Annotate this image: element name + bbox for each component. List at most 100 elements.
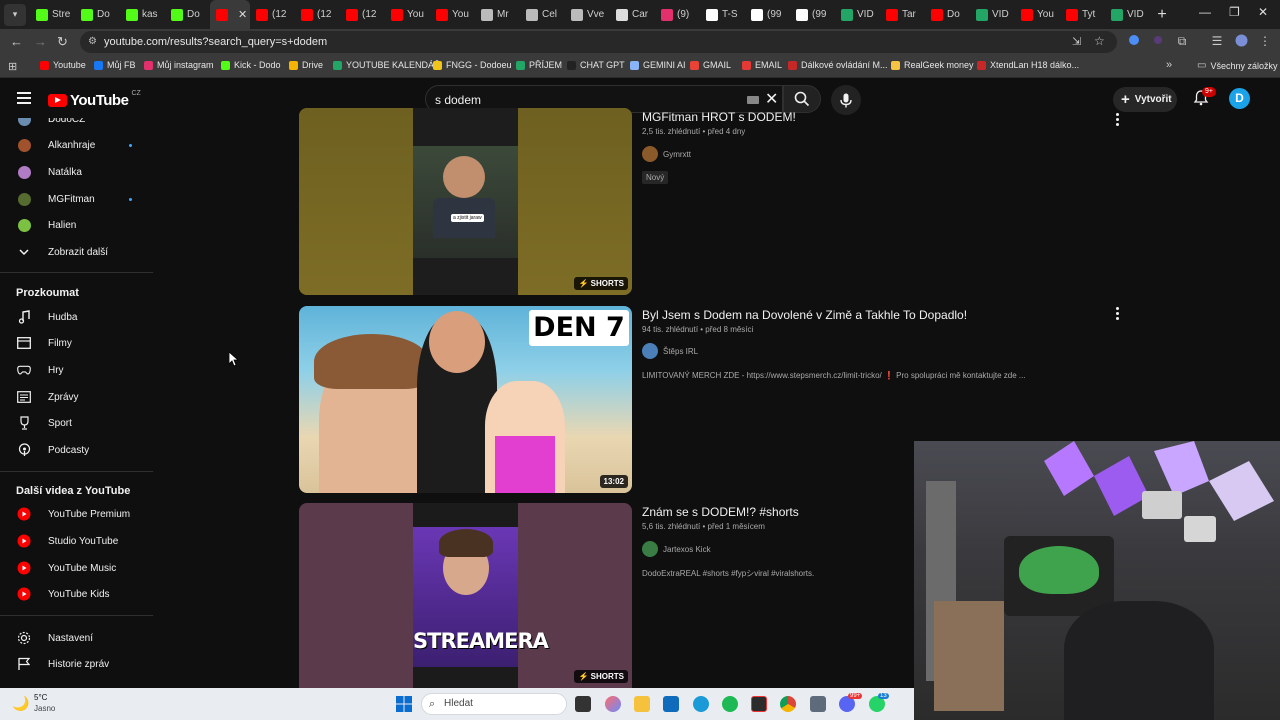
edge-icon[interactable] [693,696,709,712]
browser-tab-23[interactable]: You [1015,0,1060,29]
browser-tab-24[interactable]: Tyt [1060,0,1105,29]
apps-grid-icon[interactable]: ⊞ [8,60,17,73]
result-title-1[interactable]: MGFitman HROT s DODEM! [642,110,796,124]
browser-tab-14[interactable]: Car [610,0,655,29]
bookmark-14[interactable]: RealGeek money [891,60,974,70]
browser-tab-5[interactable]: ✕ [210,0,250,29]
address-bar[interactable]: ⚙ youtube.com/results?search_query=s+dod… [80,31,1117,53]
minimize-icon[interactable]: — [1199,5,1211,19]
browser-tab-15[interactable]: (9) [655,0,700,29]
browser-tab-17[interactable]: (99 [745,0,790,29]
sidebar-setting-1[interactable]: Nastavení [0,626,153,650]
bookmark-4[interactable]: Kick - Dodo [221,60,281,70]
browser-tab-22[interactable]: VID [970,0,1015,29]
spotify-icon[interactable] [722,696,738,712]
browser-tab-12[interactable]: Cel [520,0,565,29]
sidebar-item-1[interactable]: Hudba [0,305,153,329]
calculator-icon[interactable] [810,696,826,712]
browser-tab-8[interactable]: (12 [340,0,385,29]
result-title-2[interactable]: Byl Jsem s Dodem na Dovolené v Zimě a Ta… [642,308,967,322]
search-query-text[interactable]: s dodem [435,93,481,107]
extensions-puzzle-icon[interactable]: ⧉ [1175,34,1189,48]
browser-tab-21[interactable]: Do [925,0,970,29]
browser-tab-18[interactable]: (99 [790,0,835,29]
channel-name-3[interactable]: Jartexos Kick [663,545,711,554]
bookmark-10[interactable]: GEMINI AI [630,60,686,70]
weather-temp[interactable]: 5°C [34,693,47,702]
sidebar-channel-4[interactable]: MGFitman [0,187,153,211]
all-bookmarks-link[interactable]: ▭ Všechny záložky [1197,60,1277,71]
reload-icon[interactable]: ↻ [57,34,68,50]
tab-search-button[interactable]: ▾ [4,3,26,26]
outlook-icon[interactable] [663,696,679,712]
profile-icon[interactable] [1234,34,1248,48]
forward-icon[interactable]: → [34,34,47,49]
create-button[interactable]: + Vytvořit [1113,87,1177,112]
channel-avatar-3[interactable] [642,541,658,557]
more-actions-icon-2[interactable] [1116,307,1120,322]
windows-start-icon[interactable] [396,696,412,712]
copilot-icon[interactable] [605,696,621,712]
keyboard-icon[interactable] [747,96,759,104]
url-text[interactable]: youtube.com/results?search_query=s+dodem [104,36,327,48]
bookmark-7[interactable]: FNGG - Dodoeu [433,60,512,70]
channel-avatar-1[interactable] [642,146,658,162]
weather-description[interactable]: Jasno [34,704,55,713]
bookmark-12[interactable]: EMAIL [742,60,782,70]
sidebar-setting-2[interactable]: Historie zpráv [0,652,153,676]
browser-tab-10[interactable]: You [430,0,475,29]
result-thumbnail-3[interactable]: STREAMERA ⚡ SHORTS [299,503,632,688]
site-info-icon[interactable]: ⚙ [88,36,97,47]
taskbar-search-input[interactable]: ⌕ Hledat [421,693,567,715]
task-view-icon[interactable] [575,696,591,712]
sidebar-channel-1[interactable]: DodoCZ [0,118,153,131]
close-window-icon[interactable]: ✕ [1258,5,1268,19]
sidebar-item-2[interactable]: Filmy [0,331,153,355]
new-tab-button[interactable]: + [1150,6,1174,24]
browser-tab-11[interactable]: Mr [475,0,520,29]
result-title-3[interactable]: Znám se s DODEM!? #shorts [642,505,799,519]
browser-tab-13[interactable]: Vve [565,0,610,29]
bookmark-15[interactable]: XtendLan H18 dálko... [977,60,1079,70]
sidebar-item-3[interactable]: Hry [0,358,153,382]
back-icon[interactable]: ← [10,34,23,49]
file-explorer-icon[interactable] [634,696,650,712]
browser-tab-3[interactable]: kas [120,0,165,29]
voice-search-button[interactable] [831,85,861,115]
install-app-icon[interactable]: ⇲ [1072,35,1081,48]
channel-avatar-2[interactable] [642,343,658,359]
browser-tab-4[interactable]: Do [165,0,210,29]
channel-name-2[interactable]: Štěps IRL [663,347,698,356]
bookmark-9[interactable]: CHAT GPT [567,60,625,70]
youtube-logo[interactable]: YouTube CZ [48,90,141,109]
bookmark-1[interactable]: Youtube [40,60,86,70]
sidebar-show-more[interactable]: Zobrazit další [0,240,153,264]
bookmarks-overflow-icon[interactable]: » [1166,59,1172,71]
terminal-icon[interactable] [751,696,767,712]
result-channel-1[interactable]: Gymrxtt [642,146,691,162]
bookmark-3[interactable]: Můj instagram [144,60,214,70]
browser-tab-1[interactable]: Stre [30,0,75,29]
browser-tab-16[interactable]: T-S [700,0,745,29]
browser-tab-20[interactable]: Tar [880,0,925,29]
browser-menu-icon[interactable]: ⋮ [1258,34,1272,48]
close-tab-icon[interactable]: ✕ [238,8,247,21]
sidebar-item-5[interactable]: Sport [0,411,153,435]
extension-blue-icon[interactable] [1127,34,1141,48]
result-channel-3[interactable]: Jartexos Kick [642,541,711,557]
result-channel-2[interactable]: Štěps IRL [642,343,698,359]
bookmark-6[interactable]: YOUTUBE KALENDÁŘ [333,60,441,70]
sidebar-item-4[interactable]: Zprávy [0,385,153,409]
browser-tab-19[interactable]: VID [835,0,880,29]
sidebar-yt-app-3[interactable]: YouTube Music [0,556,153,580]
hamburger-menu-icon[interactable] [17,92,31,104]
browser-tab-7[interactable]: (12 [295,0,340,29]
sidebar-yt-app-2[interactable]: Studio YouTube [0,529,153,553]
sidebar-yt-app-1[interactable]: YouTube Premium [0,502,153,526]
browser-tab-6[interactable]: (12 [250,0,295,29]
sidebar-channel-3[interactable]: Natálka [0,160,153,184]
bookmark-2[interactable]: Můj FB [94,60,136,70]
sidebar-item-6[interactable]: Podcasty [0,438,153,462]
channel-name-1[interactable]: Gymrxtt [663,150,691,159]
clear-search-icon[interactable]: ✕ [765,89,778,109]
